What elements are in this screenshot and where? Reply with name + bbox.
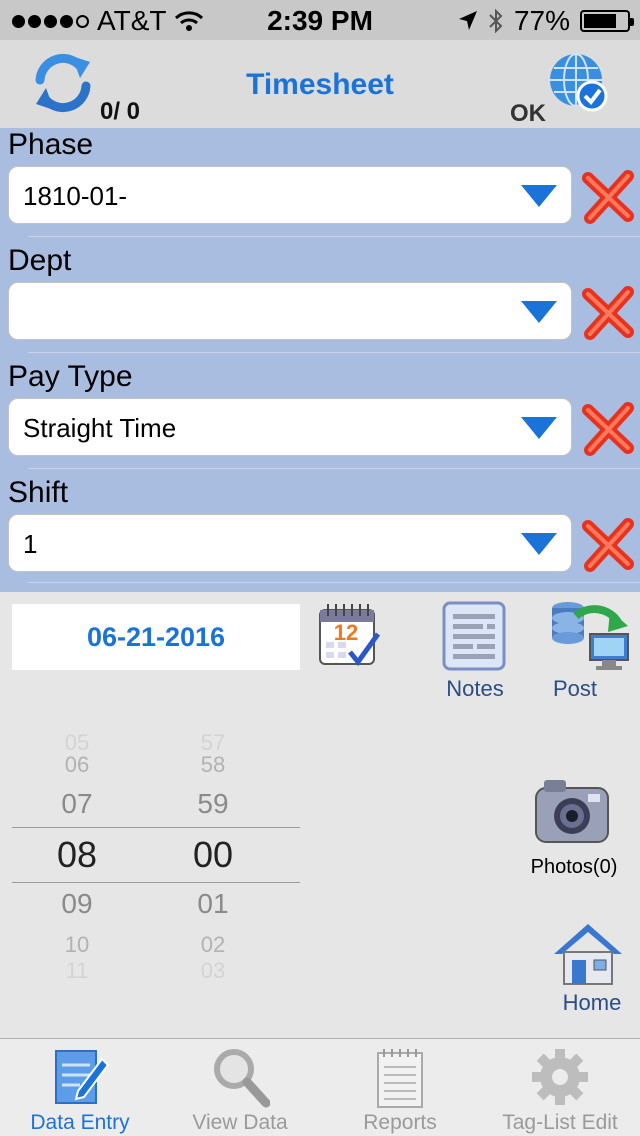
hour-option[interactable]: 10 <box>12 932 142 958</box>
chevron-down-icon[interactable] <box>521 417 557 439</box>
app-header: 0/ 0 Timesheet OK <box>0 40 640 128</box>
edit-document-icon <box>55 1050 110 1104</box>
notes-label[interactable]: Notes <box>420 676 530 702</box>
notepad-icon <box>377 1049 423 1108</box>
divider <box>28 468 640 469</box>
minute-option[interactable]: 03 <box>148 958 278 984</box>
dept-label: Dept <box>8 244 72 277</box>
pay-type-select[interactable]: Straight Time <box>8 398 572 456</box>
status-bar: AT&T 2:39 PM 77% <box>0 0 640 40</box>
hour-option[interactable]: 11 <box>12 958 142 984</box>
phase-field: Phase 1810-01- <box>0 128 640 244</box>
photos-label[interactable]: Photos(0) <box>510 856 638 879</box>
pay-type-label: Pay Type <box>8 360 133 393</box>
tab-view-data[interactable]: View Data <box>160 1039 320 1136</box>
hour-option[interactable]: 07 <box>12 788 142 820</box>
shift-field: Shift 1 <box>0 476 640 592</box>
picker-selection-line <box>12 827 300 828</box>
page-title: Timesheet <box>246 68 394 101</box>
date-value: 06-21-2016 <box>86 622 226 652</box>
magnifier-icon <box>214 1049 270 1108</box>
chevron-down-icon[interactable] <box>521 301 557 323</box>
location-arrow-icon <box>458 11 477 30</box>
divider <box>28 236 640 237</box>
chevron-down-icon[interactable] <box>521 185 557 207</box>
minute-option[interactable]: 59 <box>148 788 278 820</box>
post-upload-icon[interactable] <box>548 596 634 672</box>
picker-selection-line <box>12 882 300 883</box>
hour-option[interactable]: 09 <box>12 888 142 920</box>
calendar-icon[interactable]: 12 <box>316 600 382 670</box>
camera-icon[interactable] <box>534 776 610 846</box>
status-right: 77% <box>458 5 634 37</box>
sync-counter: 0/ 0 <box>100 98 141 125</box>
tab-label: Reports <box>363 1111 437 1134</box>
connection-status: OK <box>510 100 546 127</box>
dept-select[interactable] <box>8 282 572 340</box>
tab-label: Tag-List Edit <box>502 1111 618 1134</box>
gear-icon <box>532 1049 588 1105</box>
clear-dept-icon[interactable] <box>582 284 634 340</box>
clear-shift-icon[interactable] <box>582 516 634 572</box>
minute-selected[interactable]: 00 <box>148 834 278 876</box>
tab-reports[interactable]: Reports <box>320 1039 480 1136</box>
battery-icon <box>580 10 634 32</box>
hour-option[interactable]: 06 <box>12 752 142 778</box>
divider <box>28 582 640 583</box>
minute-option[interactable]: 02 <box>148 932 278 958</box>
svg-text:12: 12 <box>334 620 358 645</box>
tab-tag-list-edit[interactable]: Tag-List Edit <box>480 1039 640 1136</box>
pay-type-field: Pay Type Straight Time <box>0 360 640 476</box>
divider <box>28 352 640 353</box>
clear-pay-type-icon[interactable] <box>582 400 634 456</box>
phase-label: Phase <box>8 128 94 161</box>
hour-selected[interactable]: 08 <box>12 834 142 876</box>
battery-percent: 77% <box>513 5 570 36</box>
home-icon[interactable] <box>552 922 624 986</box>
notes-icon[interactable] <box>441 600 507 672</box>
phase-value: 1810-01- <box>23 181 128 211</box>
post-label[interactable]: Post <box>535 676 615 702</box>
clear-phase-icon[interactable] <box>582 168 634 224</box>
tab-label: View Data <box>192 1111 288 1134</box>
tab-bar: Data Entry View Data Reports Tag-List Ed… <box>0 1038 640 1136</box>
bluetooth-icon <box>489 8 503 34</box>
chevron-down-icon[interactable] <box>521 533 557 555</box>
pay-type-value: Straight Time <box>23 413 177 443</box>
shift-select[interactable]: 1 <box>8 514 572 572</box>
minute-option[interactable]: 58 <box>148 752 278 778</box>
battery-fill <box>584 14 617 28</box>
home-label[interactable]: Home <box>552 990 632 1016</box>
phase-select[interactable]: 1810-01- <box>8 166 572 224</box>
tab-data-entry[interactable]: Data Entry <box>0 1039 160 1136</box>
date-field[interactable]: 06-21-2016 <box>12 604 300 670</box>
globe-check-icon[interactable] <box>546 50 610 114</box>
form-panel: Phase 1810-01- Dept Pay Type Straight Ti… <box>0 128 640 592</box>
time-picker[interactable]: 05 06 07 08 09 10 11 57 58 59 00 01 02 0… <box>12 730 300 983</box>
minute-option[interactable]: 01 <box>148 888 278 920</box>
shift-value: 1 <box>23 529 38 559</box>
shift-label: Shift <box>8 476 69 509</box>
dept-field: Dept <box>0 244 640 360</box>
tab-label: Data Entry <box>30 1111 130 1134</box>
